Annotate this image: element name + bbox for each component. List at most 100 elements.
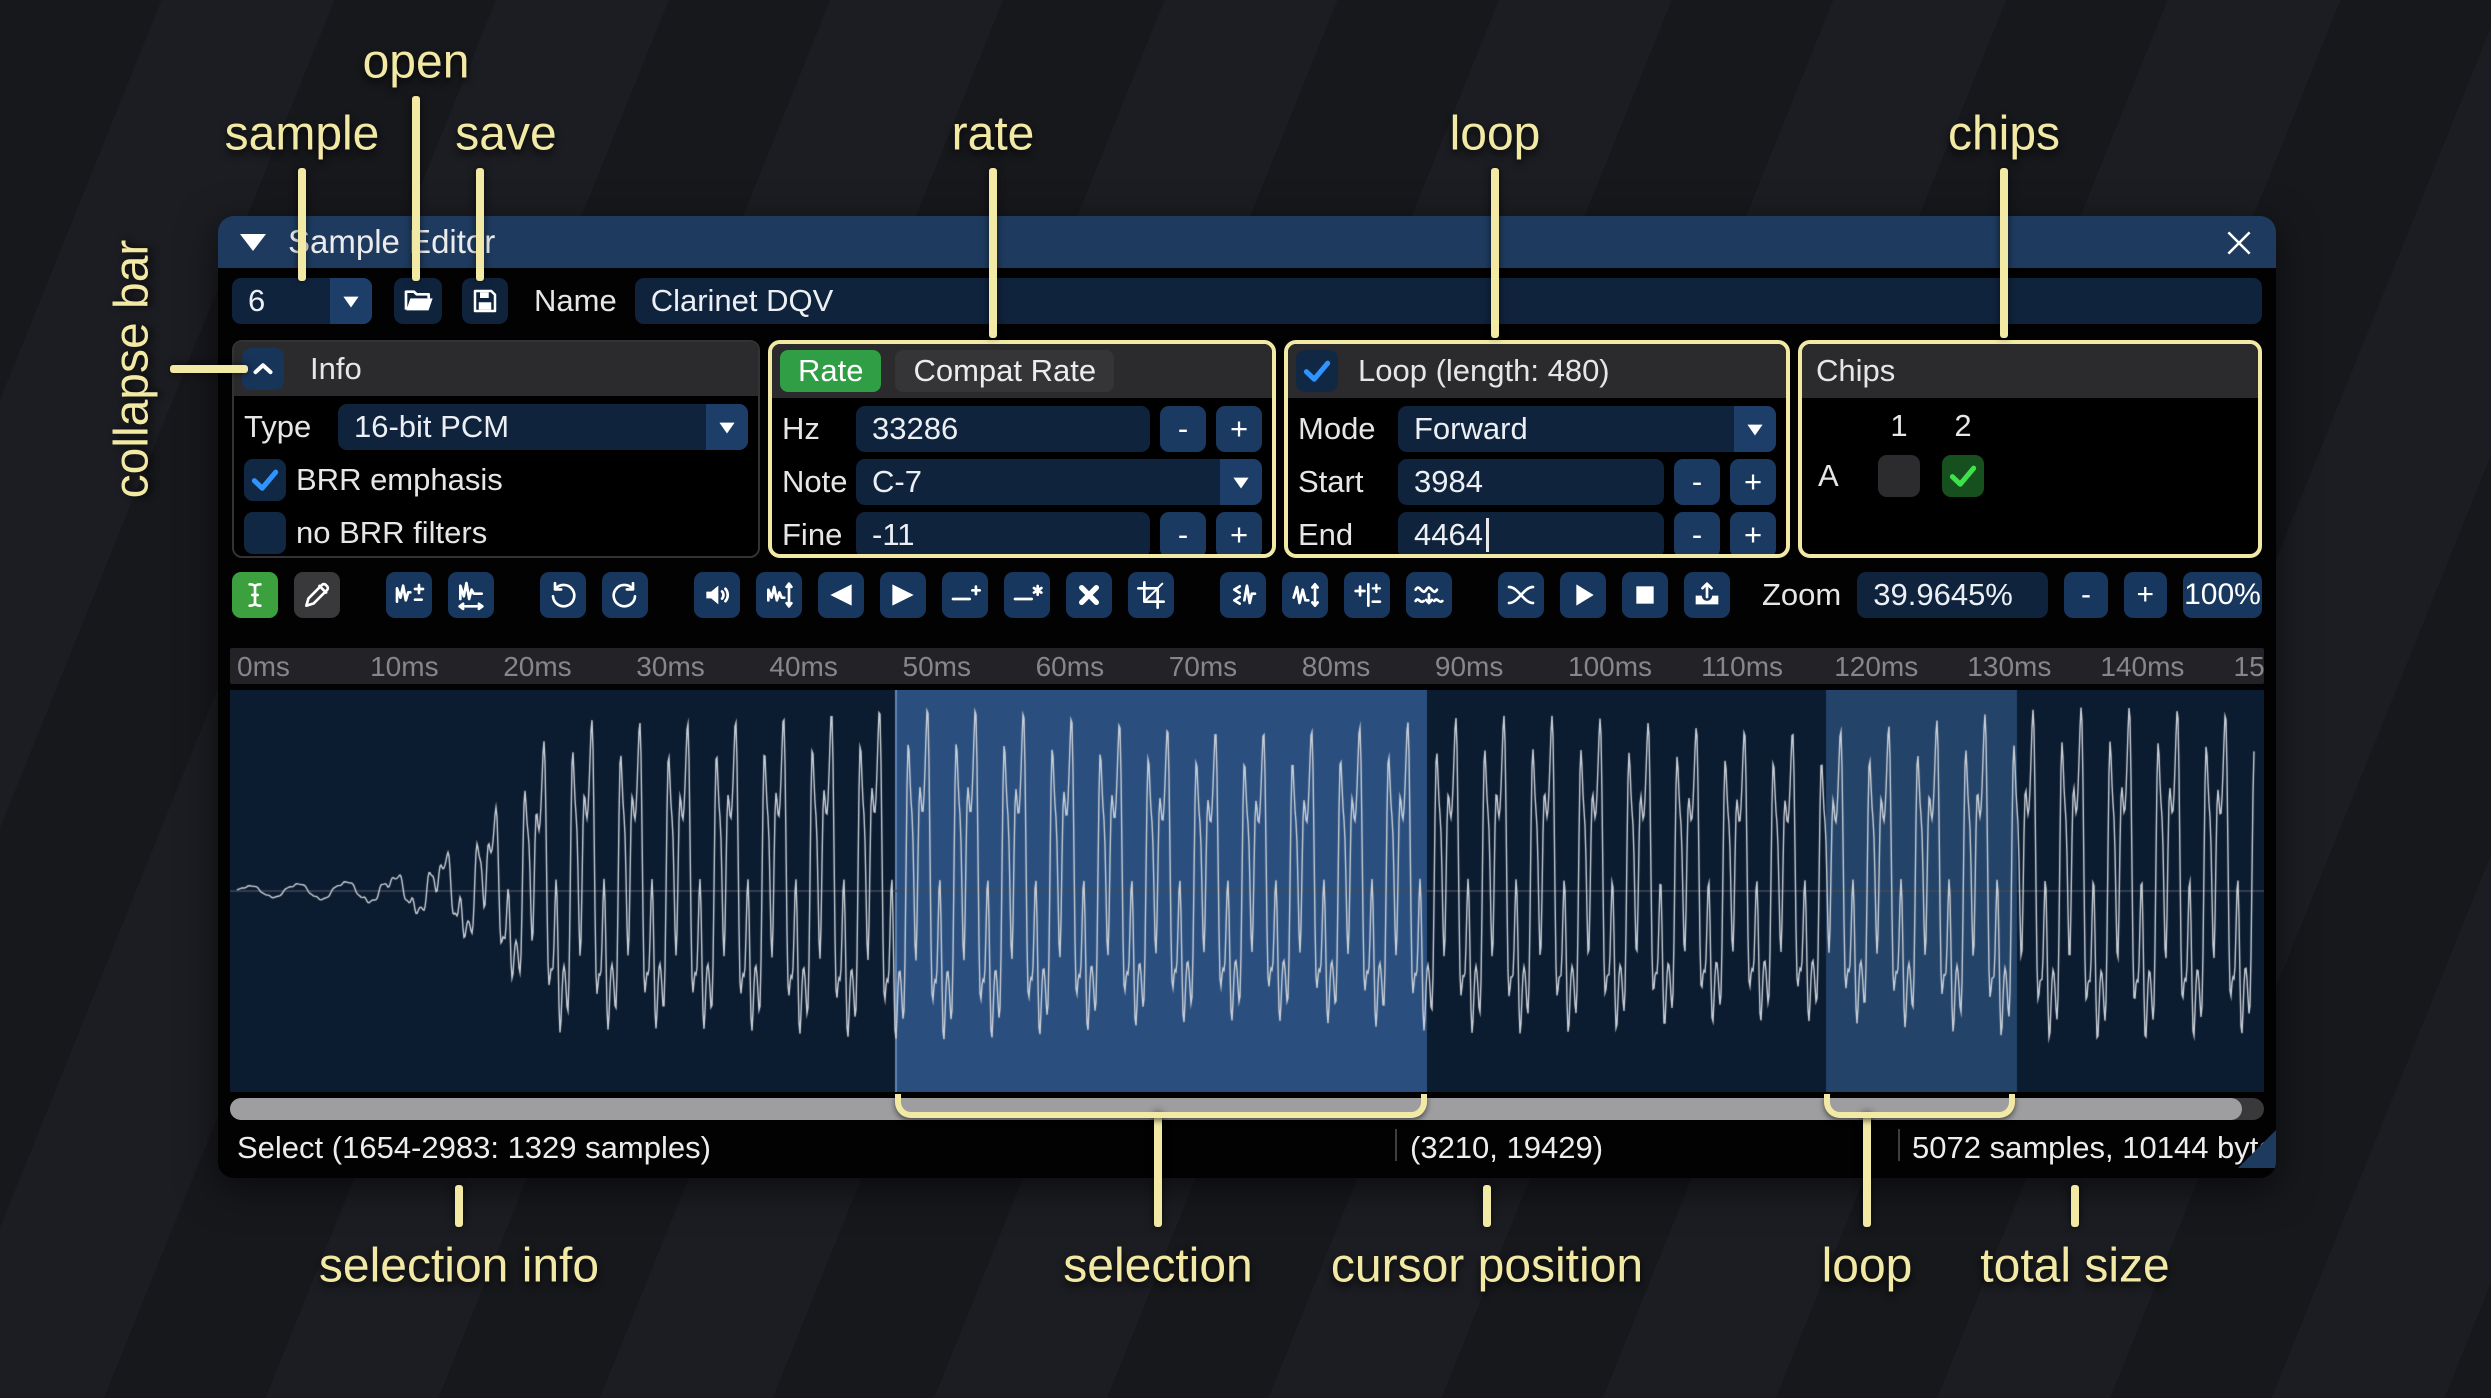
annotation-selection: selection (1063, 1239, 1253, 1293)
name-label: Name (534, 283, 617, 318)
type-value: 16-bit PCM (354, 409, 510, 444)
pencil-icon (305, 582, 330, 607)
timeline-label: 30ms (636, 651, 705, 682)
note-value: C-7 (872, 464, 922, 499)
save-button[interactable] (462, 278, 508, 324)
status-separator (1898, 1129, 1900, 1161)
zoom-reset-button[interactable]: 100% (2182, 572, 2262, 618)
timeline-ruler[interactable]: 0ms 10ms 20ms 30ms 40ms 50ms 60ms 70ms 80ms 90ms 1… (230, 648, 2264, 684)
redo-button[interactable] (602, 572, 648, 618)
chevron-down-icon[interactable] (1734, 406, 1776, 452)
zoom-out-button[interactable]: - (2064, 572, 2108, 618)
open-button[interactable] (394, 278, 442, 324)
collapse-bar-button[interactable] (242, 348, 284, 390)
annotation-line-selection-info (455, 1185, 463, 1227)
resize-button[interactable] (386, 572, 432, 618)
sample-editor-window: Sample Editor 6 Name Clarinet DQV Info T… (218, 216, 2276, 1178)
loop-start-input[interactable]: 3984 (1398, 459, 1664, 505)
signed-unsigned-button[interactable] (1344, 572, 1390, 618)
info-panel-title: Info (310, 351, 362, 386)
chevron-down-icon[interactable] (706, 404, 748, 450)
no-brr-filters-checkbox[interactable] (244, 512, 286, 554)
brr-emphasis-label: BRR emphasis (296, 462, 503, 497)
loop-end-input[interactable]: 4464 (1398, 512, 1664, 554)
cursor-position-text: (3210, 19429) (1410, 1130, 1604, 1165)
hz-decrease-button[interactable]: - (1160, 406, 1206, 452)
fine-increase-button[interactable]: + (1216, 512, 1262, 554)
annotation-line-cursor-position (1483, 1185, 1491, 1227)
loop-panel: Loop (length: 480) Mode Forward Start 39… (1284, 340, 1790, 558)
sample-select[interactable]: 6 (232, 278, 372, 324)
normalize-button[interactable] (756, 572, 802, 618)
loop-enable-checkbox[interactable] (1296, 350, 1338, 392)
name-input[interactable]: Clarinet DQV (634, 278, 2262, 324)
loop-start-decrease-button[interactable]: - (1674, 459, 1720, 505)
import-button[interactable] (1684, 572, 1730, 618)
total-size-text: 5072 samples, 10144 bytes (1912, 1130, 2276, 1165)
delete-button[interactable] (1066, 572, 1112, 618)
annotation-line-total-size (2071, 1185, 2079, 1227)
upload-icon (1695, 582, 1719, 605)
loop-end-decrease-button[interactable]: - (1674, 512, 1720, 554)
annotation-line-sample (298, 168, 306, 281)
note-select[interactable]: C-7 (856, 459, 1262, 505)
wave-stretch-icon (458, 581, 484, 611)
amplify-button[interactable] (694, 572, 740, 618)
edit-mode-draw-button[interactable] (294, 572, 340, 618)
undo-button[interactable] (540, 572, 586, 618)
timeline-label: 20ms (503, 651, 572, 682)
tab-rate[interactable]: Rate (780, 350, 882, 392)
chip-col-2: 2 (1954, 408, 1972, 443)
timeline-label: 120ms (1834, 651, 1919, 682)
triangle-right-icon (892, 584, 914, 606)
annotation-total-size: total size (1980, 1239, 2170, 1293)
fade-out-button[interactable] (880, 572, 926, 618)
apply-filter-button[interactable] (1406, 572, 1452, 618)
text-caret (1485, 518, 1489, 552)
selection-info-text: Select (1654-2983: 1329 samples) (237, 1130, 711, 1165)
timeline-label: 130ms (1967, 651, 2052, 682)
hz-input[interactable]: 33286 (856, 406, 1150, 452)
waveform-canvas[interactable] (230, 690, 2264, 1092)
loop-mode-select[interactable]: Forward (1398, 406, 1776, 452)
edit-mode-select-button[interactable] (232, 572, 278, 618)
resize-grip[interactable] (2238, 1130, 2276, 1168)
tab-compat-rate[interactable]: Compat Rate (895, 350, 1115, 392)
reverse-button[interactable] (1220, 572, 1266, 618)
insert-silence-button[interactable] (942, 572, 988, 618)
chip-2-checkbox[interactable] (1942, 455, 1984, 497)
chevron-down-icon[interactable] (330, 278, 372, 324)
crossfade-button[interactable] (1498, 572, 1544, 618)
close-button[interactable] (2220, 224, 2258, 262)
stop-preview-button[interactable] (1622, 572, 1668, 618)
preview-button[interactable] (1560, 572, 1606, 618)
fine-input[interactable]: -11 (856, 512, 1150, 554)
type-select[interactable]: 16-bit PCM (338, 404, 748, 450)
trim-button[interactable] (1128, 572, 1174, 618)
ibeam-icon (248, 583, 262, 607)
annotation-line-loop-bottom (1863, 1112, 1871, 1227)
chevron-down-icon[interactable] (1220, 459, 1262, 505)
fade-in-button[interactable] (818, 572, 864, 618)
zoom-input[interactable]: 39.9645% (1857, 572, 2049, 618)
note-label: Note (782, 464, 848, 499)
window-collapse-icon[interactable] (240, 233, 266, 251)
annotation-line-loop-top (1491, 168, 1499, 338)
fine-label: Fine (782, 517, 843, 552)
waveform-area[interactable] (230, 690, 2264, 1092)
resample-button[interactable] (448, 572, 494, 618)
fine-decrease-button[interactable]: - (1160, 512, 1206, 554)
zoom-in-button[interactable]: + (2123, 572, 2167, 618)
panels-row: Info Type 16-bit PCM BRR emphasis no BRR… (232, 340, 2262, 558)
apply-silence-button[interactable] (1004, 572, 1050, 618)
brr-emphasis-checkbox[interactable] (244, 459, 286, 501)
invert-button[interactable] (1282, 572, 1328, 618)
play-icon (1576, 584, 1594, 606)
titlebar[interactable]: Sample Editor (218, 216, 2276, 268)
sample-row: 6 Name Clarinet DQV (232, 278, 2262, 324)
loop-start-increase-button[interactable]: + (1730, 459, 1776, 505)
chip-1-checkbox[interactable] (1878, 455, 1920, 497)
loop-end-increase-button[interactable]: + (1730, 512, 1776, 554)
hz-increase-button[interactable]: + (1216, 406, 1262, 452)
toolbar-buttons (232, 572, 1730, 618)
